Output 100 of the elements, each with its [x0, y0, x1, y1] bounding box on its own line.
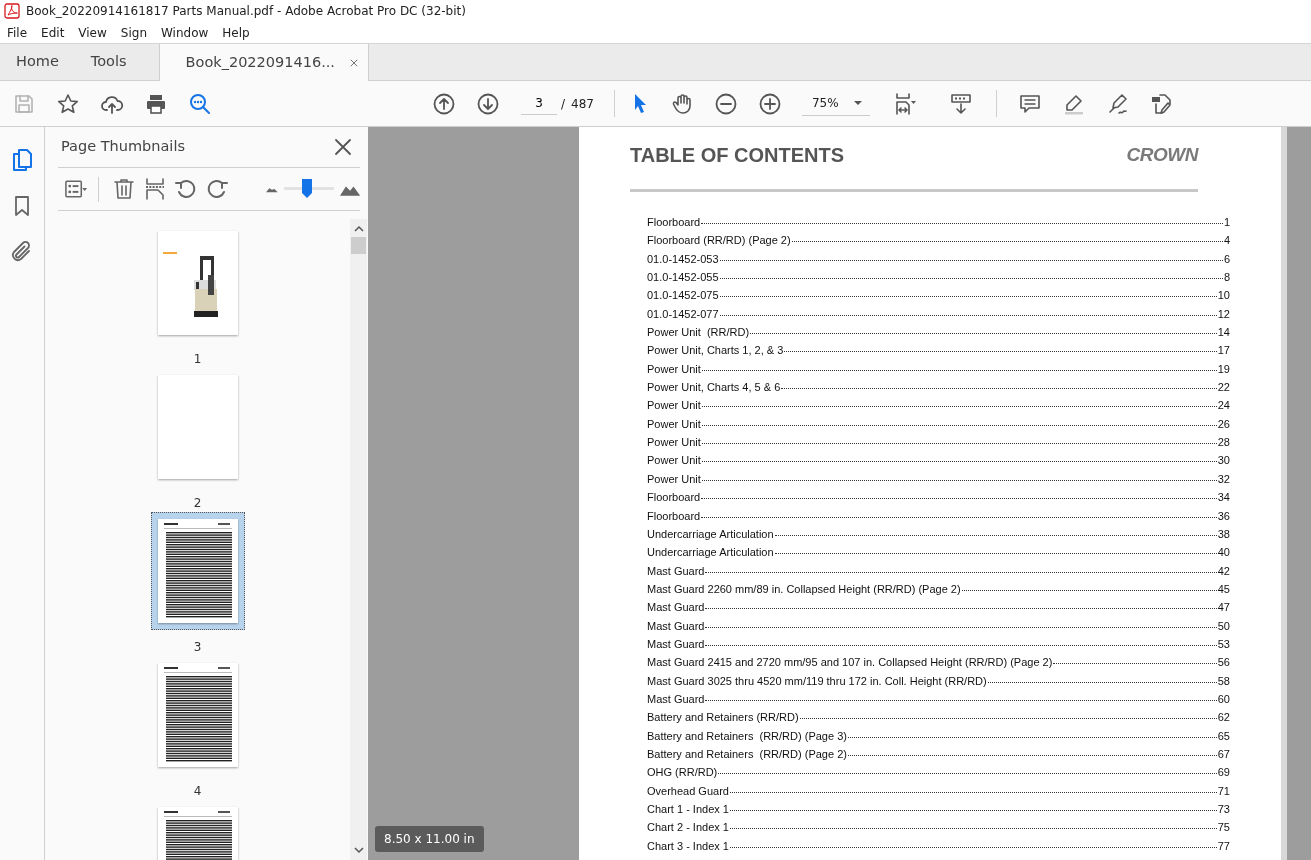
toc-entry[interactable]: Chart 3 - Index 1 — [647, 837, 729, 855]
size-slider[interactable] — [283, 179, 334, 199]
close-icon[interactable] — [349, 57, 359, 68]
page-number: 53 — [1217, 636, 1230, 652]
page-number: 8 — [1223, 270, 1230, 286]
toc-entry[interactable]: Power Unit (RR/RD) — [647, 324, 750, 341]
tab[interactable]: Tools — [74, 44, 143, 80]
toc-entry[interactable]: Mast Guard — [647, 599, 705, 616]
scrollbar-thumb[interactable] — [351, 237, 366, 254]
scroll-mode-icon[interactable] — [948, 91, 973, 116]
toc-entry[interactable]: Battery and Retainers (RR/RD) — [647, 709, 799, 726]
document-title: TABLE OF CONTENTS — [630, 143, 845, 168]
app-icon — [4, 3, 20, 19]
toc-entry[interactable]: Undercarriage Articulation — [647, 525, 774, 543]
window-title: Book_20220914161817 Parts Manual.pdf - Adobe Acrobat Pro DC (32-bit) — [26, 3, 466, 20]
edit-pdf-icon[interactable] — [1149, 91, 1174, 116]
caret-icon[interactable] — [853, 101, 862, 105]
next-page-icon[interactable] — [476, 91, 500, 116]
toc-entry[interactable]: Mast Guard 2260 mm/89 in. Collapsed Height (RR/RD) (Page 2) — [647, 580, 961, 598]
toc-entry[interactable]: Power Unit — [647, 397, 701, 414]
menu-item[interactable]: Help — [215, 23, 257, 42]
star-icon[interactable] — [56, 91, 80, 116]
toc-entry[interactable]: Mast Guard — [647, 690, 705, 708]
toc-entry[interactable]: Floorboard — [647, 507, 701, 524]
page-number: 10 — [1217, 288, 1230, 304]
delete-icon[interactable] — [111, 177, 136, 201]
menu-item[interactable]: View — [71, 23, 114, 42]
page-number: 14 — [1217, 325, 1230, 341]
page-number: 34 — [1217, 490, 1230, 506]
toc-entry[interactable]: Power Unit, Charts 4, 5 & 6 — [647, 379, 781, 396]
page-number: 69 — [1217, 765, 1230, 781]
toc-entry[interactable]: 01.0-1452-075 — [647, 287, 719, 304]
zoom-in-icon[interactable] — [757, 91, 782, 116]
small-mountain-icon[interactable] — [266, 185, 278, 193]
page-separator: / — [561, 95, 566, 113]
menu-item[interactable]: File — [0, 23, 35, 42]
page-number: 30 — [1217, 453, 1230, 469]
toc-entry[interactable]: Mast Guard — [647, 617, 705, 635]
toc-entry[interactable]: Power Unit — [647, 434, 701, 451]
page-number: 42 — [1217, 563, 1230, 579]
logo: CROWN — [1126, 142, 1198, 167]
toc-entry[interactable]: Floorboard (RR/RD) (Page 2) — [647, 232, 791, 249]
toc-entry[interactable]: Power Unit — [647, 470, 701, 488]
page-number: 40 — [1217, 545, 1230, 561]
menu-item[interactable]: Edit — [34, 23, 72, 42]
pages-icon[interactable] — [10, 148, 34, 172]
toc-entry[interactable]: OHG (RR/RD) — [647, 764, 718, 781]
page-number: 19 — [1217, 361, 1230, 377]
page-number: 73 — [1217, 802, 1230, 817]
toc-entry[interactable]: Mast Guard 3025 thru 4520 mm/119 thru 172 in. Coll. Height (RR/RD) — [647, 672, 987, 690]
page-number: 17 — [1217, 343, 1230, 359]
search-icon[interactable] — [188, 91, 212, 116]
page-number: 1 — [1223, 215, 1230, 230]
toc-entry[interactable]: Power Unit, Charts 1, 2, & 3 — [647, 342, 784, 359]
page-number: 6 — [1223, 251, 1230, 267]
scroll-up-icon[interactable] — [353, 225, 364, 233]
toc-entry[interactable]: Power Unit — [647, 415, 701, 433]
page-number-field[interactable]: 3 — [521, 92, 557, 115]
toc-entry[interactable]: 01.0-1452-053 — [647, 250, 719, 268]
page-number: 62 — [1217, 710, 1230, 726]
rotate-right-icon[interactable] — [205, 177, 230, 201]
page-number: 58 — [1217, 673, 1230, 689]
tab[interactable]: Book_2022091416... — [158, 44, 369, 81]
toc-entry[interactable]: Chart 1 - Index 1 — [647, 801, 729, 818]
slider-thumb[interactable] — [301, 179, 312, 198]
toc-entry[interactable]: Floorboard — [647, 489, 701, 506]
toc-entry[interactable]: Mast Guard — [647, 562, 705, 580]
page-thumbnail[interactable] — [157, 519, 238, 623]
page-thumbnail[interactable] — [157, 663, 238, 767]
page-number: 28 — [1217, 435, 1230, 451]
thumbnail-frame[interactable] — [150, 512, 245, 630]
page-number: 47 — [1217, 600, 1230, 616]
page-number: 56 — [1217, 655, 1230, 671]
page-number: 22 — [1217, 380, 1230, 396]
zoom-field[interactable]: 75% — [801, 91, 870, 116]
page-number: 60 — [1217, 691, 1230, 707]
toc-entry[interactable]: Floorboard — [647, 214, 701, 231]
zoom-out-icon[interactable] — [713, 91, 738, 116]
toc-entry[interactable]: 01.0-1452-077 — [647, 305, 719, 323]
toc-entry[interactable]: Mast Guard 2415 and 2720 mm/95 and 107 in. Collapsed Height (RR/RD) (Page 2) — [647, 654, 1053, 671]
toc-entry[interactable]: 01.0-1452-055 — [647, 269, 719, 286]
toc-entry[interactable]: Mast Guard — [647, 635, 705, 653]
previous-page-icon[interactable] — [432, 91, 456, 116]
toc-entry[interactable]: Overhead Guard — [647, 782, 729, 800]
toc-entry[interactable]: Chart 2 - Index 1 — [647, 819, 729, 836]
toc-entry[interactable]: Undercarriage Articulation — [647, 544, 774, 561]
tab[interactable]: Home — [0, 44, 75, 80]
page-label: 2 — [193, 495, 202, 512]
page-label: 3 — [193, 639, 202, 656]
page-thumbnail[interactable] — [157, 375, 238, 479]
toc-entry[interactable]: Power Unit — [647, 452, 701, 469]
menu-item[interactable]: Sign — [113, 23, 154, 42]
panel-title: Page Thumbnails — [61, 137, 185, 157]
page-label: 1 — [193, 351, 202, 368]
menu-item[interactable]: Window — [154, 23, 216, 42]
toc-entry[interactable]: Battery and Retainers (RR/RD) (Page 2) — [647, 745, 847, 763]
page-number: 67 — [1217, 746, 1230, 762]
toc-entry[interactable]: Power Unit — [647, 360, 701, 378]
toc-entry[interactable]: Battery and Retainers (RR/RD) (Page 3) — [647, 727, 847, 745]
scroll-down-icon[interactable] — [353, 846, 364, 854]
